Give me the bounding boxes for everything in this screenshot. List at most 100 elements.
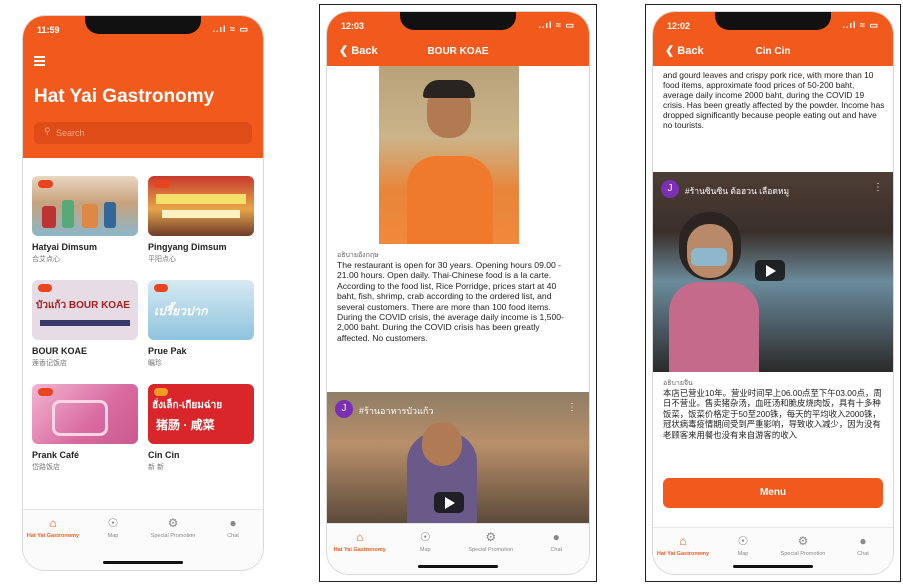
nav-bar: ❮ Back BOUR KOAE — [327, 38, 589, 66]
tab-hat-yai-gastronomy[interactable]: ⌂ Hat Yai Gastronomy — [653, 534, 713, 557]
tab-label: Chat — [857, 551, 869, 557]
screen: 11:59 ..ıl ≈ ▭ Hat Yai Gastronomy ⚲ Sear… — [23, 16, 263, 570]
card-name: Prue Pak — [148, 346, 187, 356]
card-image — [32, 176, 138, 236]
card-sign-text: 猪肠 · 咸菜 — [156, 418, 215, 432]
signal-icons: ..ıl ≈ ▭ — [538, 20, 575, 30]
chat-icon: ● — [229, 516, 237, 530]
signal-icons: ..ıl ≈ ▭ — [842, 20, 879, 30]
card-chinese-name: 瞩珍 — [148, 360, 162, 367]
screenshot-frame-2: 12:03 ..ıl ≈ ▭ ❮ Back BOUR KOAE อธิบายอั… — [319, 4, 597, 582]
phone-bour-koae: 12:03 ..ıl ≈ ▭ ❮ Back BOUR KOAE อธิบายอั… — [327, 12, 589, 574]
tab-map[interactable]: ☉ Map — [83, 516, 143, 539]
restaurant-card-hatyai-dimsum[interactable]: Hatyai Dimsum 合艾点心 — [32, 176, 138, 264]
card-chinese-name: 新 新 — [148, 464, 164, 471]
video-title: #ร้านอาหารบัวแก้ว — [359, 406, 434, 416]
card-image: บัวแก้ว BOUR KOAE — [32, 280, 138, 340]
tab-label: Special Promotion — [780, 551, 826, 557]
tab-bar: ⌂ Hat Yai Gastronomy ☉ Map ⚙ Special Pro… — [23, 509, 263, 570]
tab-label: Map — [107, 533, 119, 539]
tab-map[interactable]: ☉ Map — [393, 530, 459, 553]
status-time: 12:03 — [341, 21, 365, 31]
restaurant-card-pingyang-dimsum[interactable]: Pingyang Dimsum 平阳点心 — [148, 176, 254, 264]
card-chinese-name: 合艾点心 — [32, 256, 60, 263]
card-badge — [38, 284, 52, 292]
tab-map[interactable]: ☉ Map — [713, 534, 773, 557]
tab-label: Map — [419, 547, 431, 553]
tab-chat[interactable]: ● Chat — [833, 534, 893, 557]
map-icon: ☉ — [419, 530, 431, 544]
promotion-icon: ⚙ — [485, 530, 497, 544]
notch — [400, 12, 516, 30]
menu-button[interactable]: Menu — [663, 478, 883, 508]
video-title: #ร้านซินซิน ต้อฮวน เลือดหมู — [685, 186, 790, 196]
card-image: เปรี้ยวปาก — [148, 280, 254, 340]
phone-hat-yai-home: 11:59 ..ıl ≈ ▭ Hat Yai Gastronomy ⚲ Sear… — [23, 16, 263, 570]
restaurant-card-cin-cin[interactable]: ฮั่งเล็ก-เกียมฉ่าย 猪肠 · 咸菜 Cin Cin 新 新 — [148, 384, 254, 472]
card-sign-text: เปรี้ยวปาก — [154, 304, 208, 318]
screenshot-frame-3: 12:02 ..ıl ≈ ▭ ❮ Back Cin Cin and gourd … — [645, 4, 901, 582]
card-badge — [38, 388, 53, 396]
map-icon: ☉ — [737, 534, 749, 548]
tab-label: Special Promotion — [468, 547, 514, 553]
search-input[interactable]: ⚲ Search — [34, 122, 252, 144]
card-name: Pingyang Dimsum — [148, 242, 227, 252]
search-icon: ⚲ — [44, 126, 51, 136]
more-icon[interactable]: ⋮ — [567, 402, 577, 413]
tab-hat-yai-gastronomy[interactable]: ⌂ Hat Yai Gastronomy — [327, 530, 393, 553]
signal-icons: ..ıl ≈ ▭ — [212, 24, 249, 34]
hamburger-icon[interactable] — [34, 56, 45, 66]
play-icon[interactable] — [755, 260, 785, 281]
notch — [715, 12, 831, 30]
card-badge — [154, 180, 171, 188]
card-chinese-name: 莲香记饭店 — [32, 360, 67, 367]
tab-label: Chat — [227, 533, 239, 539]
map-icon: ☉ — [107, 516, 119, 530]
phone-cin-cin: 12:02 ..ıl ≈ ▭ ❮ Back Cin Cin and gourd … — [653, 12, 893, 574]
tab-special-promotion[interactable]: ⚙ Special Promotion — [458, 530, 524, 553]
tab-label: Special Promotion — [150, 533, 196, 539]
tab-label: Hat Yai Gastronomy — [26, 533, 80, 539]
screen: 12:03 ..ıl ≈ ▭ ❮ Back BOUR KOAE อธิบายอั… — [327, 12, 589, 574]
notch — [85, 16, 201, 34]
card-chinese-name: 平阳点心 — [148, 256, 176, 263]
tab-label: Map — [737, 551, 749, 557]
video-player[interactable]: J #ร้านซินซิน ต้อฮวน เลือดหมู ⋮ — [653, 172, 893, 372]
page-title: Cin Cin — [755, 46, 791, 57]
tab-chat[interactable]: ● Chat — [203, 516, 263, 539]
play-icon[interactable] — [434, 492, 464, 513]
card-image: ฮั่งเล็ก-เกียมฉ่าย 猪肠 · 咸菜 — [148, 384, 254, 444]
chinese-description-text: 本店已营业10年。营业时间早上06.00点至下午03.00点，周日不营业。售卖猪… — [663, 388, 882, 440]
home-icon: ⌂ — [49, 516, 57, 530]
restaurant-card-prue-pak[interactable]: เปรี้ยวปาก Prue Pak 瞩珍 — [148, 280, 254, 368]
home-icon: ⌂ — [356, 530, 364, 544]
card-name: Prank Café — [32, 450, 80, 460]
more-icon[interactable]: ⋮ — [873, 182, 883, 193]
card-badge — [154, 284, 168, 292]
description-text: The restaurant is open for 30 years. Ope… — [337, 260, 564, 343]
page-title: BOUR KOAE — [427, 46, 489, 57]
nav-bar: ❮ Back Cin Cin — [653, 38, 893, 66]
video-player[interactable]: J #ร้านอาหารบัวแก้ว ⋮ — [327, 392, 589, 524]
app-title: Hat Yai Gastronomy — [34, 86, 215, 107]
tab-hat-yai-gastronomy[interactable]: ⌂ Hat Yai Gastronomy — [23, 516, 83, 539]
card-image — [148, 176, 254, 236]
card-chinese-name: 岱路饭店 — [32, 464, 60, 471]
card-sign-text: ฮั่งเล็ก-เกียมฉ่าย — [152, 400, 223, 411]
home-icon: ⌂ — [679, 534, 687, 548]
tab-label: Chat — [550, 547, 563, 553]
promotion-icon: ⚙ — [797, 534, 809, 548]
tab-special-promotion[interactable]: ⚙ Special Promotion — [773, 534, 833, 557]
status-time: 11:59 — [37, 25, 60, 35]
tab-chat[interactable]: ● Chat — [524, 530, 590, 553]
card-badge — [154, 388, 168, 396]
card-sign-text: บัวแก้ว BOUR KOAE — [36, 300, 130, 311]
restaurant-card-bour-koae[interactable]: บัวแก้ว BOUR KOAE BOUR KOAE 莲香记饭店 — [32, 280, 138, 368]
restaurant-card-prank-cafe[interactable]: Prank Café 岱路饭店 — [32, 384, 138, 472]
tab-bar: ⌂ Hat Yai Gastronomy ☉ Map ⚙ Special Pro… — [653, 527, 893, 574]
channel-avatar: J — [335, 400, 353, 418]
tab-label: Hat Yai Gastronomy — [656, 551, 710, 557]
status-time: 12:02 — [667, 21, 691, 31]
tab-special-promotion[interactable]: ⚙ Special Promotion — [143, 516, 203, 539]
tab-label: Hat Yai Gastronomy — [333, 547, 386, 553]
